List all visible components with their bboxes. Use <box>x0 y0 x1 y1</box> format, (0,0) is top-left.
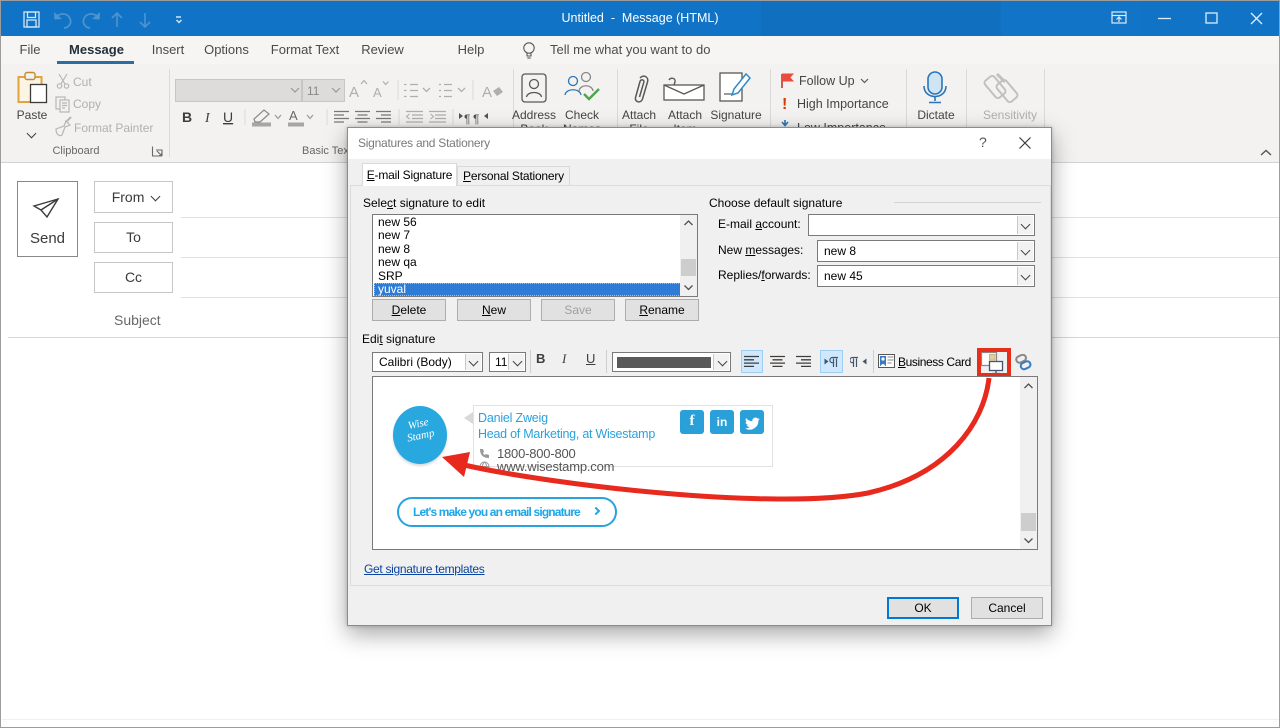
svg-text:¶: ¶ <box>473 112 479 126</box>
svg-text:11: 11 <box>307 84 320 98</box>
svg-text:I: I <box>204 111 211 126</box>
svg-text:A: A <box>289 108 298 123</box>
svg-text:A: A <box>482 84 492 101</box>
svg-text:A: A <box>349 84 359 101</box>
svg-text:B: B <box>182 109 192 125</box>
svg-text:U: U <box>223 109 233 125</box>
svg-text:A: A <box>373 85 382 100</box>
svg-text:!: ! <box>782 96 787 113</box>
svg-text:¶: ¶ <box>464 112 470 126</box>
